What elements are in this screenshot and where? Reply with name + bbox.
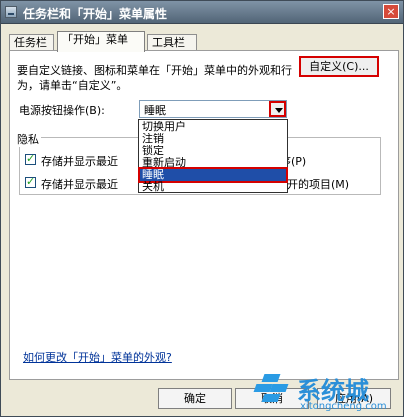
- power-option[interactable]: 锁定: [140, 145, 286, 157]
- power-option-selected[interactable]: 睡眠: [138, 167, 288, 183]
- power-option[interactable]: 关机: [140, 181, 286, 193]
- tab-strip: 任务栏 「开始」菜单 工具栏: [9, 31, 399, 52]
- tab-start-menu[interactable]: 「开始」菜单: [57, 31, 145, 52]
- power-option[interactable]: 注销: [140, 133, 286, 145]
- privacy-title: 隐私: [15, 131, 41, 147]
- checkbox-checked[interactable]: [25, 175, 36, 188]
- watermark: 系统城 xitongcheng.com: [253, 370, 404, 417]
- power-options-list: 切换用户 注销 锁定 重新启动 睡眠 关机: [138, 119, 288, 193]
- power-option[interactable]: 切换用户: [140, 121, 286, 133]
- power-option[interactable]: 重新启动: [140, 157, 286, 169]
- checkbox-label: 存储并显示最近: [41, 155, 118, 168]
- title-bar[interactable]: 任务栏和「开始」菜单属性 ×: [1, 1, 403, 24]
- power-button-label: 电源按钮操作(B):: [19, 104, 105, 117]
- power-button-select[interactable]: 睡眠: [139, 100, 287, 118]
- checkbox-label-tail: 开的项目(M): [287, 178, 350, 191]
- watermark-logo-icon: [253, 374, 289, 410]
- power-button-value: 睡眠: [144, 104, 166, 117]
- close-button[interactable]: ×: [383, 4, 399, 19]
- chevron-down-icon[interactable]: [269, 101, 286, 117]
- window-title: 任务栏和「开始」菜单属性: [23, 7, 168, 21]
- ok-button[interactable]: 确定: [158, 388, 232, 409]
- watermark-url: xitongcheng.com: [300, 401, 387, 412]
- checkbox-label: 存储并显示最近: [41, 178, 118, 191]
- customize-button[interactable]: 自定义(C)...: [299, 56, 379, 77]
- customize-description: 要自定义链接、图标和菜单在「开始」菜单中的外观和行为，请单击“自定义”。: [17, 64, 292, 92]
- taskbar-properties-icon: [5, 6, 17, 18]
- properties-window: 任务栏和「开始」菜单属性 × 任务栏 「开始」菜单 工具栏 要自定义链接、图标和…: [0, 0, 404, 417]
- help-link[interactable]: 如何更改「开始」菜单的外观?: [23, 349, 172, 365]
- tab-taskbar[interactable]: 任务栏: [9, 34, 54, 50]
- checkbox-checked[interactable]: [25, 152, 36, 165]
- tab-toolbars[interactable]: 工具栏: [147, 34, 197, 50]
